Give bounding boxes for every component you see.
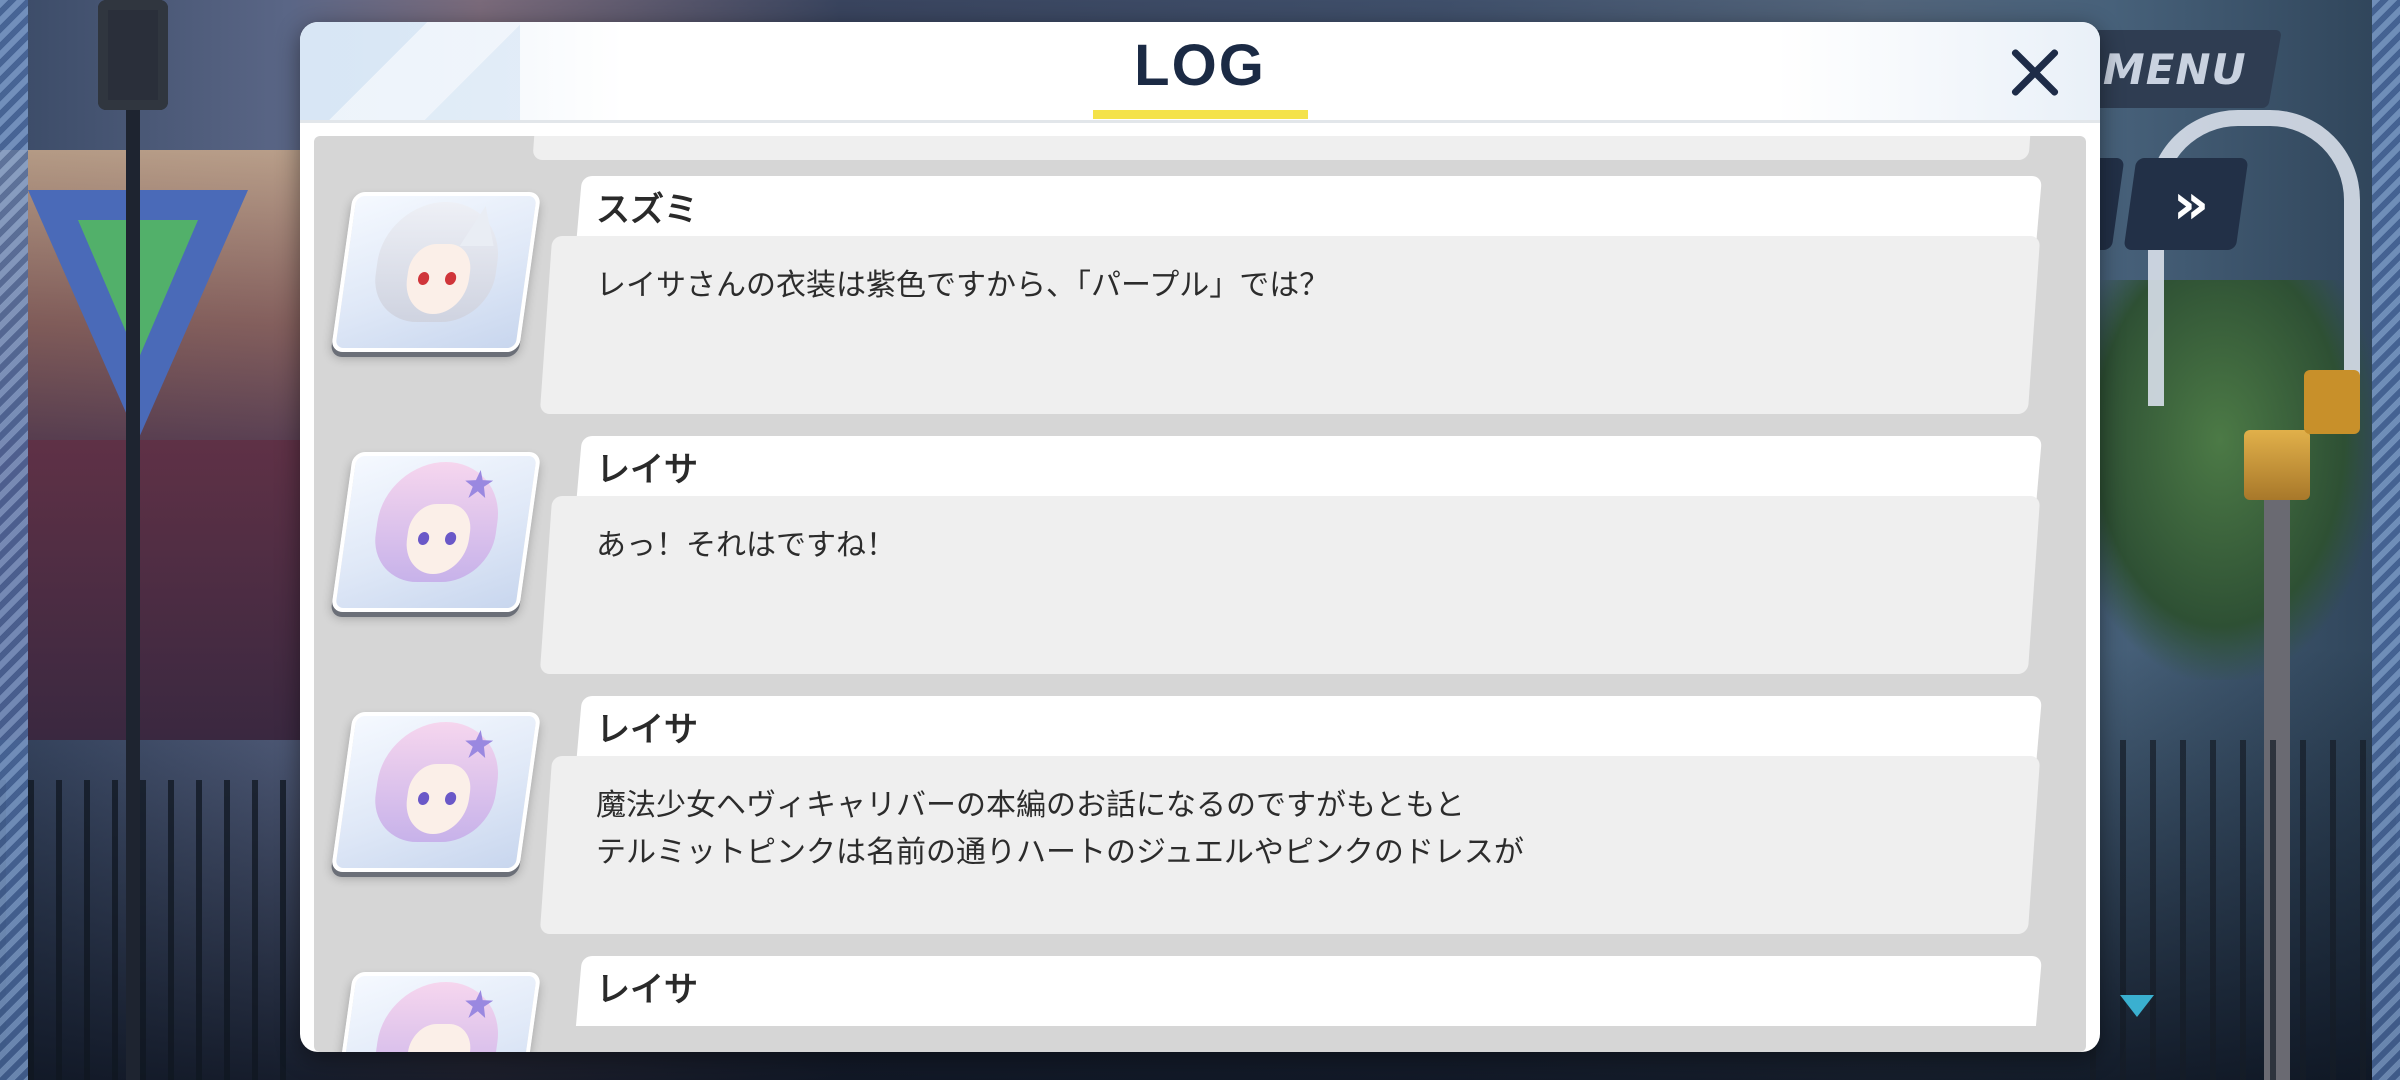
speaker-avatar: [330, 192, 542, 352]
speaker-name: レイサ: [596, 970, 698, 1010]
speaker-avatar: [330, 452, 542, 612]
lantern: [2304, 370, 2360, 434]
fast-forward-icon: »: [2172, 171, 2200, 237]
log-entry: レイサ 魔法少女ヘヴィキャリバーの本編のお話になるのですがもともと テルミットピ…: [314, 696, 2086, 946]
scrollbar[interactable]: [2074, 136, 2082, 1052]
title-underline: [1093, 110, 1308, 119]
skip-button[interactable]: »: [2123, 158, 2249, 250]
name-plate: [575, 956, 2043, 1026]
message-text: レイサさんの衣装は紫色ですから、「パープル」では？: [596, 268, 1330, 303]
speaker-avatar: [330, 712, 542, 872]
next-arrow-icon: [2120, 995, 2154, 1017]
fence-right: [2090, 740, 2400, 1080]
speaker-name: スズミ: [596, 190, 698, 230]
speaker-name: レイサ: [596, 450, 698, 490]
frame-stripe-left: [0, 0, 28, 1080]
speaker-name: レイサ: [596, 710, 698, 750]
previous-entry-bubble: [532, 136, 2032, 160]
dialog-header: LOG: [300, 22, 2100, 123]
log-entry: レイサ: [314, 956, 2086, 1052]
street-lamp: [98, 0, 168, 110]
pole-cap: [2244, 430, 2310, 500]
log-entry: スズミ レイサさんの衣装は紫色ですから、「パープル」では？: [314, 176, 2086, 426]
close-icon[interactable]: [2000, 38, 2070, 108]
frame-stripe-right: [2372, 0, 2400, 1080]
fence-left: [0, 780, 300, 1080]
message-text: あっ！それはですね！: [596, 528, 896, 563]
log-list[interactable]: スズミ レイサさんの衣装は紫色ですから、「パープル」では？ レイサ あっ！それは…: [314, 136, 2086, 1052]
dialog-title: LOG: [1134, 33, 1266, 98]
log-dialog: LOG スズミ レイサさんの衣装は紫色ですから、「パープル」では？ レイサ あっ…: [300, 22, 2100, 1052]
menu-button[interactable]: MENU: [2068, 30, 2282, 108]
archway: [2148, 110, 2360, 406]
message-text: 魔法少女ヘヴィキャリバーの本編のお話になるのですがもともと テルミットピンクは名…: [596, 788, 1524, 870]
speaker-avatar: [330, 972, 542, 1052]
log-entry: レイサ あっ！それはですね！: [314, 436, 2086, 686]
carousel-base: [0, 440, 300, 740]
menu-label: MENU: [2103, 44, 2247, 94]
